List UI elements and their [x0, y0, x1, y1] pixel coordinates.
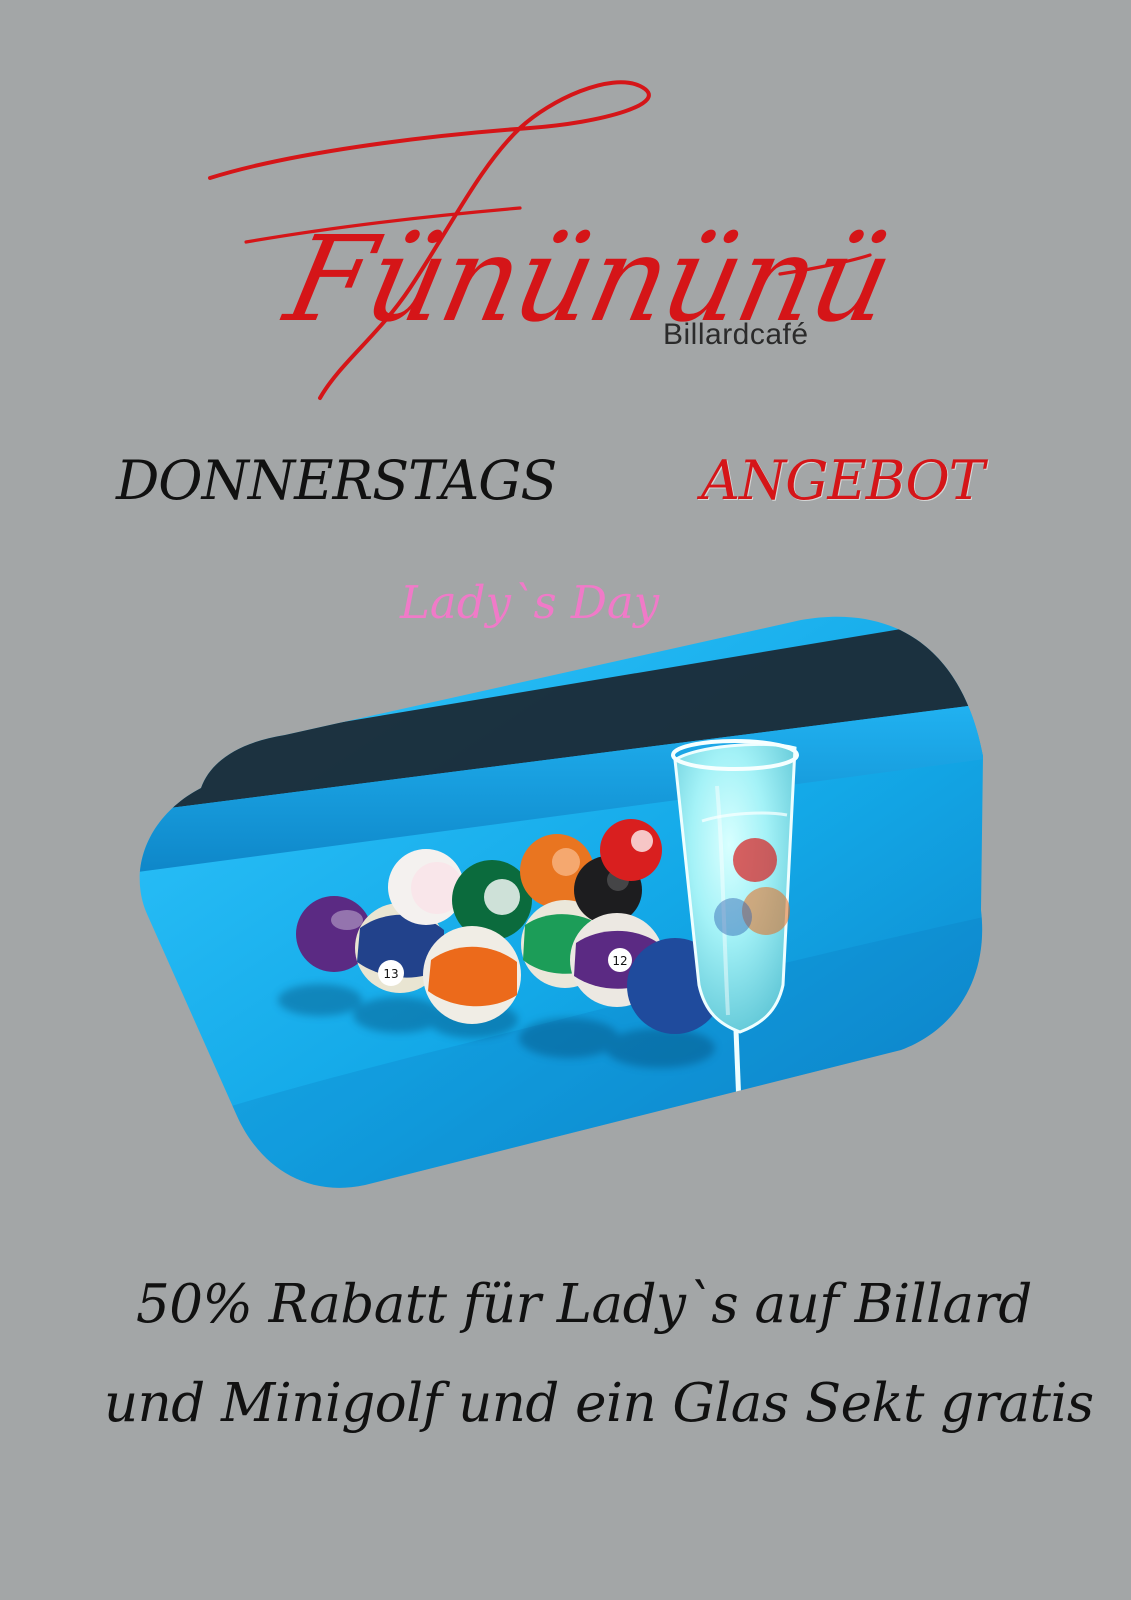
billiards-photo: 13 12 — [139, 616, 984, 1188]
svg-text:13: 13 — [383, 967, 398, 981]
svg-text:12: 12 — [612, 954, 627, 968]
headline-day: DONNERSTAGS — [116, 449, 557, 512]
offer-line-2: und Minigolf und ein Glas Sekt gratis — [104, 1373, 1094, 1434]
headline-offer: ANGEBOT — [701, 449, 985, 512]
brand-subtitle: Billardcafé — [663, 318, 809, 351]
poster: Fünününü Billardcafé DONNERSTAGS ANGEBOT… — [0, 0, 1131, 1600]
brand-logo: Fünününü Billardcafé — [170, 58, 930, 438]
offer-line-1: 50% Rabatt für Lady`s auf Billard — [136, 1274, 1032, 1335]
